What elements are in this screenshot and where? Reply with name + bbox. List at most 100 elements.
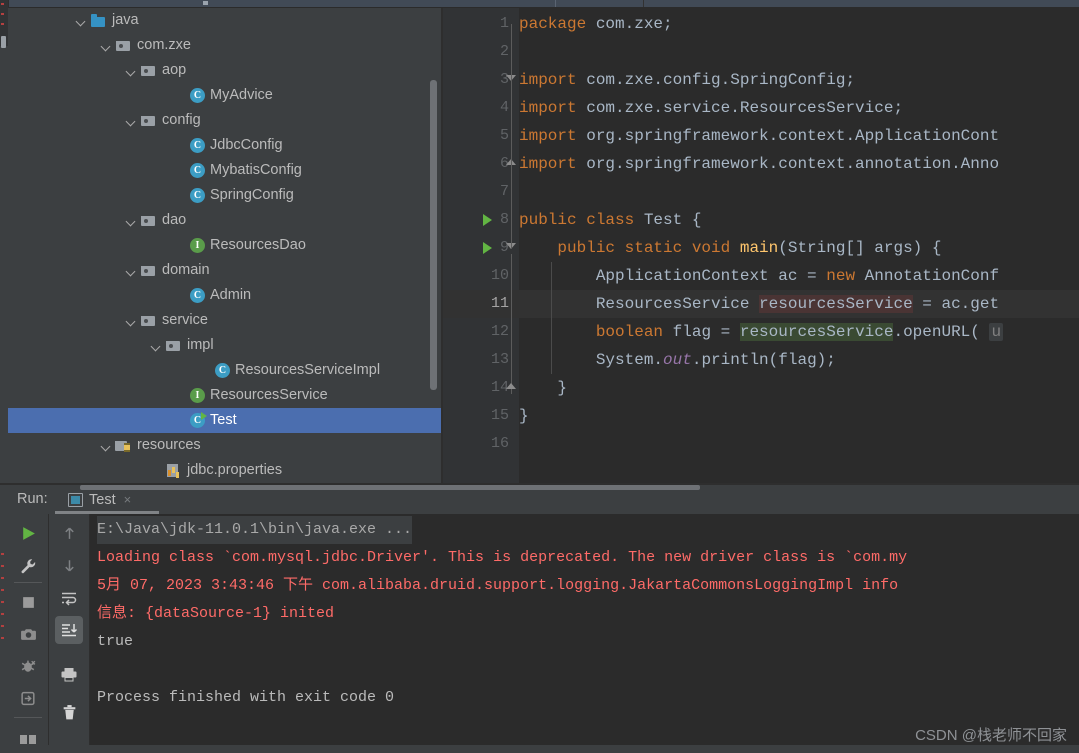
tree-item-impl[interactable]: impl	[8, 333, 441, 358]
package-folder-icon	[140, 263, 157, 279]
scroll-to-end-icon[interactable]	[55, 616, 83, 644]
chevron-down-icon[interactable]	[124, 264, 138, 278]
code-line-16[interactable]	[519, 430, 1079, 458]
soft-wrap-icon[interactable]	[55, 584, 83, 612]
tree-item-myadvice[interactable]: C MyAdvice	[8, 83, 441, 108]
fold-region-line-method[interactable]	[511, 254, 512, 394]
tree-item-label: jdbc.properties	[187, 462, 283, 478]
chevron-down-icon[interactable]	[74, 14, 88, 28]
tree-item-domain[interactable]: domain	[8, 258, 441, 283]
tree-item-jdbc-properties[interactable]: jdbc.properties	[8, 458, 441, 483]
project-tool-window[interactable]: java com.zxe aop C MyAdvice config C JdbcConfig…	[8, 8, 441, 483]
tree-item-aop[interactable]: aop	[8, 58, 441, 83]
code-line-12[interactable]: boolean flag = resourcesService.openURL(…	[519, 318, 1079, 346]
tree-item-test[interactable]: C Test	[8, 408, 441, 433]
tree-item-mybatisconfig[interactable]: C MybatisConfig	[8, 158, 441, 183]
code-token: AnnotationConf	[855, 267, 1000, 285]
code-line-5[interactable]: import org.springframework.context.Appli…	[519, 122, 1079, 150]
rerun-button[interactable]	[14, 519, 42, 547]
tree-item-label: service	[162, 312, 208, 328]
package-folder-icon	[140, 213, 157, 229]
code-line-2[interactable]	[519, 38, 1079, 66]
left-bar-marker	[1, 3, 4, 5]
console-horizontal-scrollbar[interactable]	[80, 485, 700, 490]
code-token: import	[519, 155, 577, 173]
chevron-down-icon[interactable]	[99, 39, 113, 53]
code-line-10[interactable]: ApplicationContext ac = new AnnotationCo…	[519, 262, 1079, 290]
code-editor[interactable]: 1 2 3 4 5 6 7 8 9 10 11 12 13 14 15 16 package com.zxe;…	[443, 8, 1079, 483]
run-console-output[interactable]: E:\Java\jdk-11.0.1\bin\java.exe ... Loadi…	[90, 514, 1079, 753]
tree-item-label: com.zxe	[137, 37, 191, 53]
camera-icon[interactable]	[14, 620, 42, 648]
tree-item-resourcesservice[interactable]: I ResourcesService	[8, 383, 441, 408]
tree-item-com-zxe[interactable]: com.zxe	[8, 33, 441, 58]
console-line: Loading class `com.mysql.jdbc.Driver'. T…	[97, 549, 908, 566]
folder-source-icon	[90, 13, 107, 29]
tree-item-jdbcconfig[interactable]: C JdbcConfig	[8, 133, 441, 158]
run-left-strip	[0, 485, 8, 753]
fold-marker-method-end[interactable]	[506, 383, 517, 389]
tree-item-java[interactable]: java	[8, 8, 441, 33]
editor-gutter[interactable]: 1 2 3 4 5 6 7 8 9 10 11 12 13 14 15 16	[443, 8, 519, 483]
fold-region-line-body[interactable]	[511, 24, 512, 248]
java-class-icon: C	[190, 288, 205, 303]
java-class-icon: C	[190, 188, 205, 203]
code-line-6[interactable]: import org.springframework.context.annot…	[519, 150, 1079, 178]
close-icon[interactable]: ×	[124, 493, 132, 506]
chevron-down-icon[interactable]	[149, 339, 163, 353]
code-line-8[interactable]: public class Test {	[519, 206, 1079, 234]
tree-item-springconfig[interactable]: C SpringConfig	[8, 183, 441, 208]
editor-code-area[interactable]: package com.zxe; import com.zxe.config.Sp…	[519, 8, 1079, 483]
console-line: 5月 07, 2023 3:43:46 下午 com.alibaba.druid…	[97, 577, 899, 594]
code-line-13[interactable]: System.out.println(flag);	[519, 346, 1079, 374]
tree-item-config[interactable]: config	[8, 108, 441, 133]
chevron-down-icon[interactable]	[124, 114, 138, 128]
resume-icon[interactable]	[14, 684, 42, 712]
code-token: import	[519, 127, 577, 145]
line-number: 11	[490, 295, 509, 312]
chevron-down-icon[interactable]	[124, 64, 138, 78]
chevron-down-icon[interactable]	[124, 314, 138, 328]
tree-item-service[interactable]: service	[8, 308, 441, 333]
line-number: 10	[490, 267, 509, 284]
editor-split-seam	[643, 0, 644, 7]
tree-item-label: domain	[162, 262, 210, 278]
code-line-11[interactable]: ResourcesService resourcesService = ac.g…	[519, 290, 1079, 318]
run-indicator-icon	[201, 412, 207, 420]
bug-icon[interactable]	[14, 652, 42, 680]
stop-button[interactable]	[14, 588, 42, 616]
code-line-3[interactable]: import com.zxe.config.SpringConfig;	[519, 66, 1079, 94]
gutter-run-icon[interactable]	[483, 242, 492, 254]
tree-item-admin[interactable]: C Admin	[8, 283, 441, 308]
gutter-run-icon[interactable]	[483, 214, 492, 226]
arrow-down-icon[interactable]	[55, 551, 83, 579]
project-tree-scrollbar[interactable]	[430, 80, 437, 390]
code-token: resourcesService	[759, 295, 913, 313]
bottom-strip	[0, 745, 1079, 753]
wrench-icon[interactable]	[14, 552, 42, 580]
project-tree[interactable]: java com.zxe aop C MyAdvice config C JdbcConfig…	[8, 8, 441, 483]
java-class-icon: C	[190, 88, 205, 103]
tree-item-resourcesdao[interactable]: I ResourcesDao	[8, 233, 441, 258]
tree-item-label: JdbcConfig	[210, 137, 283, 153]
code-line-9[interactable]: public static void main(String[] args) {	[519, 234, 1079, 262]
trash-icon[interactable]	[55, 698, 83, 726]
arrow-up-icon[interactable]	[55, 519, 83, 547]
code-line-1[interactable]: package com.zxe;	[519, 10, 1079, 38]
chevron-down-icon[interactable]	[124, 214, 138, 228]
code-token: System.	[519, 351, 664, 369]
tree-item-resourcesserviceimpl[interactable]: C ResourcesServiceImpl	[8, 358, 441, 383]
tree-item-label: java	[112, 12, 139, 28]
code-line-14[interactable]: }	[519, 374, 1079, 402]
code-token: import	[519, 99, 577, 117]
chevron-down-icon[interactable]	[99, 439, 113, 453]
tree-item-resources[interactable]: resources	[8, 433, 441, 458]
code-line-4[interactable]: import com.zxe.service.ResourcesService;	[519, 94, 1079, 122]
tree-item-dao[interactable]: dao	[8, 208, 441, 233]
code-line-15[interactable]: }	[519, 402, 1079, 430]
code-line-7[interactable]	[519, 178, 1079, 206]
java-interface-icon: I	[190, 238, 205, 253]
printer-icon[interactable]	[55, 660, 83, 688]
